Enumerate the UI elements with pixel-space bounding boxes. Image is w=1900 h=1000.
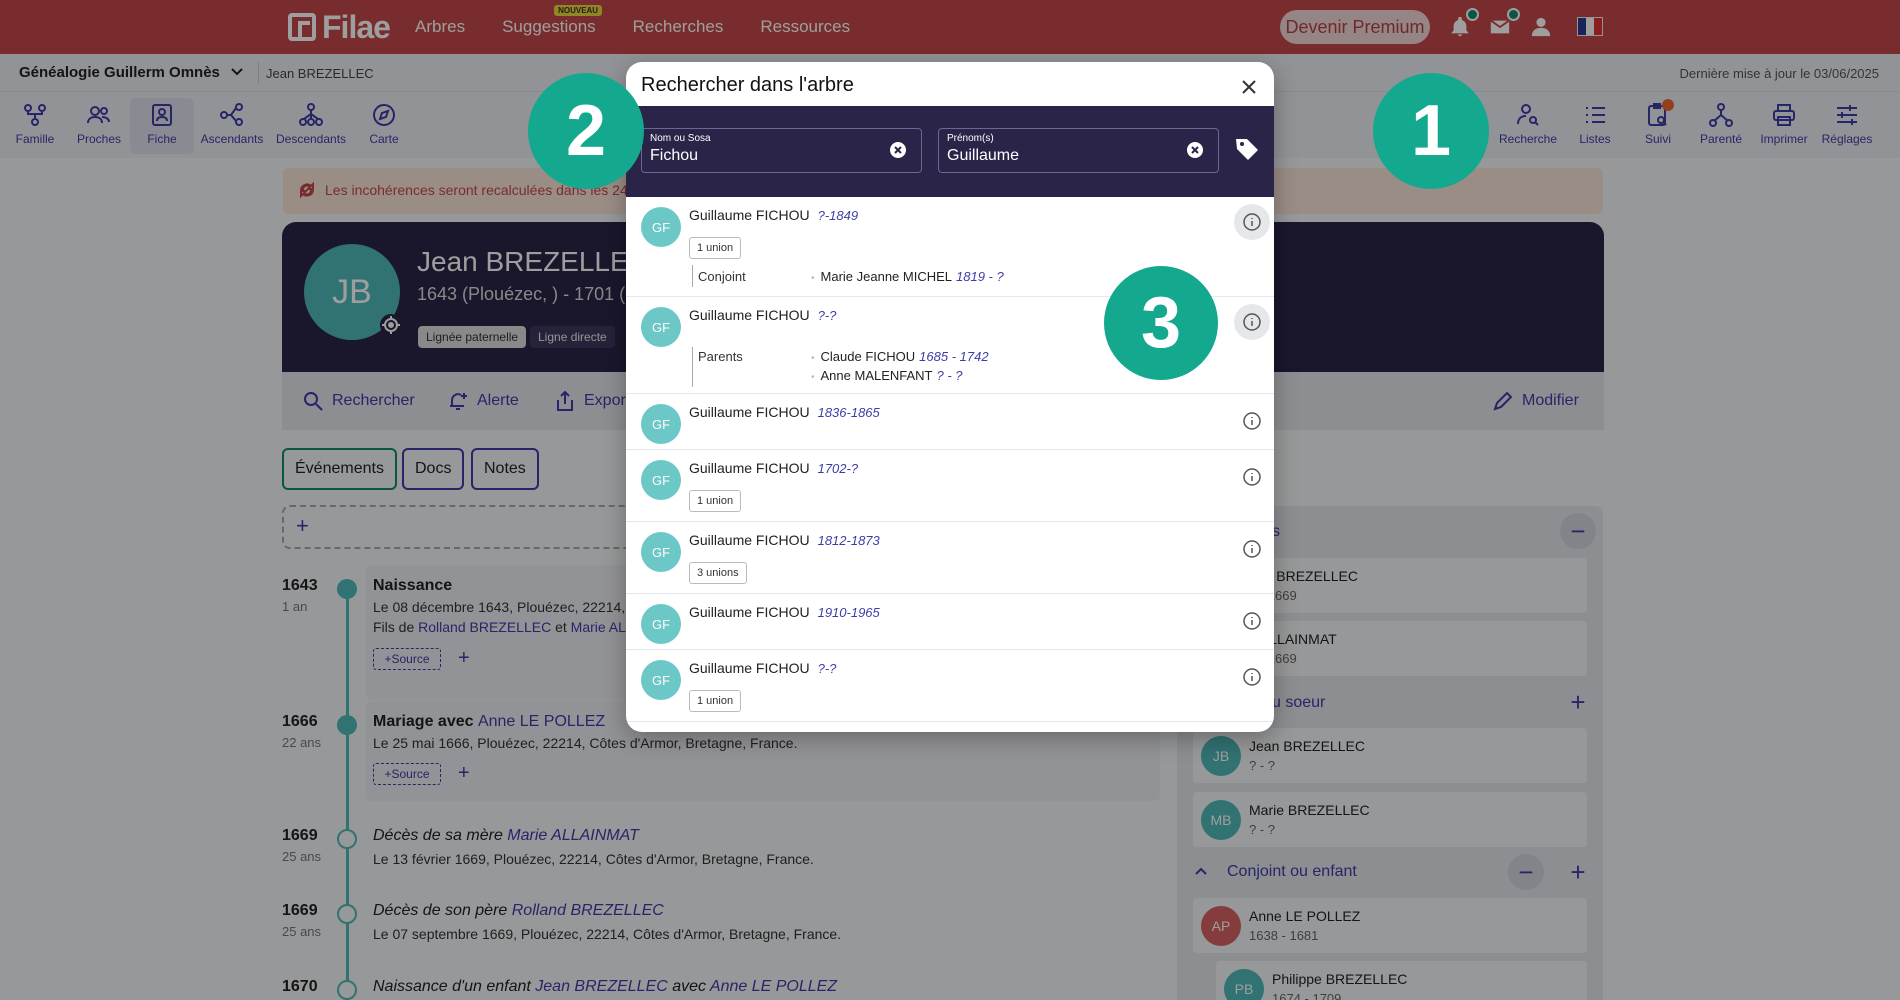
name-input-value[interactable]: Fichou <box>650 147 698 165</box>
info-icon[interactable] <box>1242 467 1262 487</box>
union-count: 1 union <box>689 237 742 259</box>
avatar: GF <box>641 207 681 247</box>
info-icon[interactable] <box>1234 304 1270 340</box>
clear-input-icon[interactable] <box>1186 141 1204 159</box>
avatar: GF <box>641 532 681 572</box>
result-row[interactable]: GF Guillaume FICHOU ?-? 1 union <box>626 650 1274 722</box>
union-count: 1 union <box>689 690 742 712</box>
first-name-input-value[interactable]: Guillaume <box>947 147 1019 165</box>
avatar: GF <box>641 307 681 347</box>
close-icon[interactable] <box>1238 76 1260 98</box>
name-or-sosa-field[interactable]: Nom ou Sosa Fichou <box>641 128 922 173</box>
first-name-field[interactable]: Prénom(s) Guillaume <box>938 128 1219 173</box>
annotation-badge-3: 3 <box>1104 266 1218 380</box>
clear-input-icon[interactable] <box>889 141 907 159</box>
avatar: GF <box>641 604 681 644</box>
annotation-badge-2: 2 <box>528 73 644 189</box>
avatar: GF <box>641 660 681 700</box>
relation-line <box>692 265 693 287</box>
tag-icon[interactable] <box>1234 136 1260 162</box>
result-row[interactable]: GF Guillaume FICHOU 1910-1965 <box>626 594 1274 650</box>
result-row[interactable]: GF Guillaume FICHOU 1836-1865 <box>626 394 1274 450</box>
union-count: 3 unions <box>689 562 747 584</box>
relation-line <box>692 347 693 387</box>
avatar: GF <box>641 404 681 444</box>
info-icon[interactable] <box>1242 611 1262 631</box>
info-icon[interactable] <box>1234 204 1270 240</box>
modal-title: Rechercher dans l'arbre <box>641 74 854 96</box>
annotation-badge-1: 1 <box>1373 73 1489 189</box>
info-icon[interactable] <box>1242 667 1262 687</box>
search-fields-band: Nom ou Sosa Fichou Prénom(s) Guillaume <box>626 106 1274 197</box>
info-icon[interactable] <box>1242 539 1262 559</box>
result-row[interactable]: GF Guillaume FICHOU 1702-? 1 union <box>626 450 1274 522</box>
search-tree-modal: Rechercher dans l'arbre Nom ou Sosa Fich… <box>626 62 1274 732</box>
avatar: GF <box>641 460 681 500</box>
info-icon[interactable] <box>1242 411 1262 431</box>
union-count: 1 union <box>689 490 742 512</box>
result-row[interactable]: GF Guillaume FICHOU 1812-1873 3 unions <box>626 522 1274 594</box>
